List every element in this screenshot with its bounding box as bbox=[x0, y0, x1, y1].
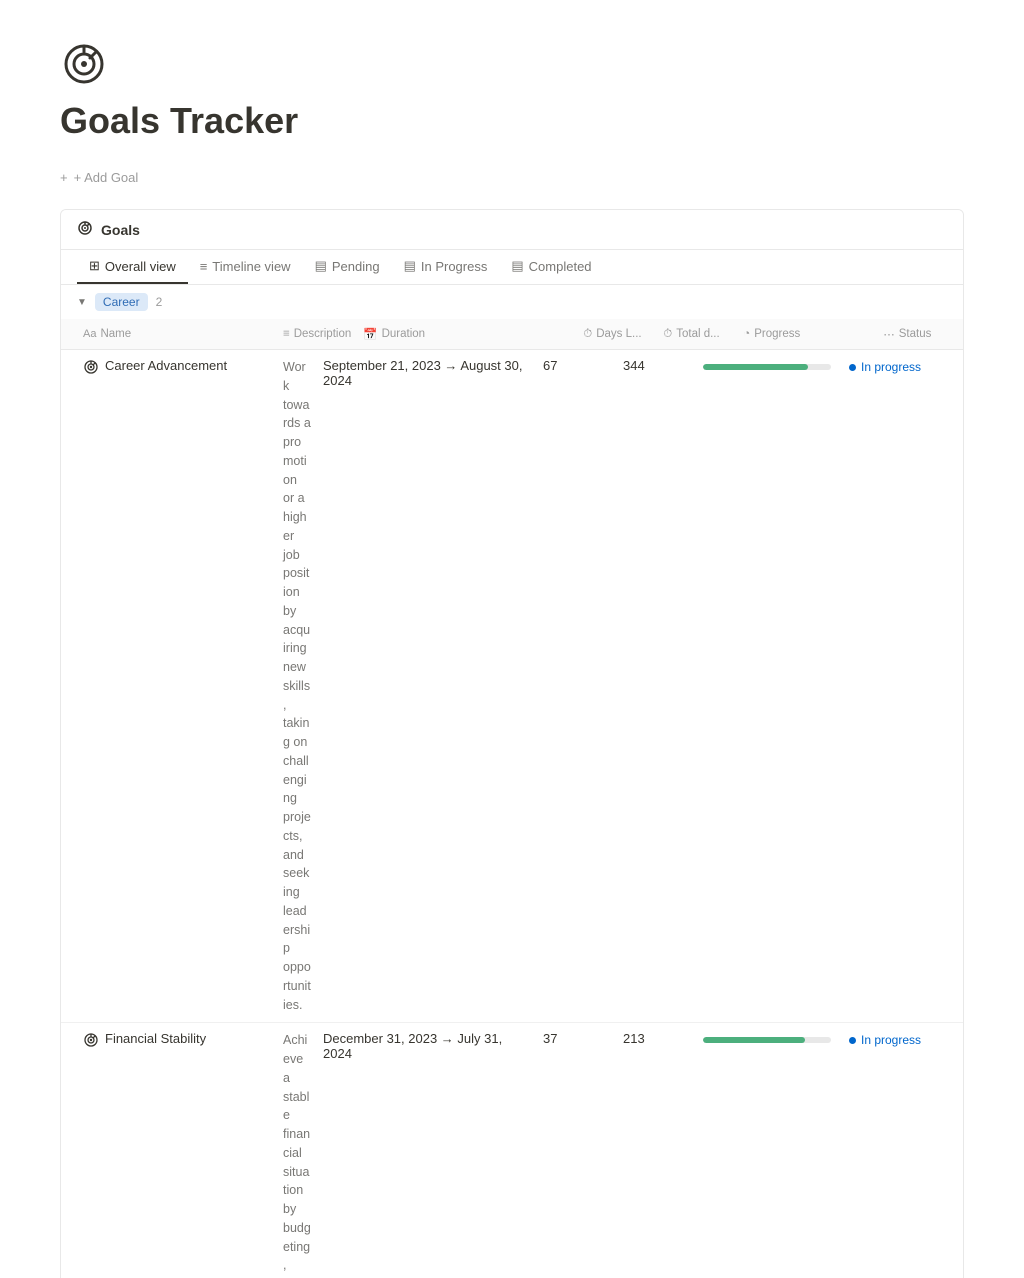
progress-bar-wrap-career-advancement bbox=[703, 364, 831, 370]
cell-name-financial-stability: Financial Stability bbox=[77, 1023, 277, 1056]
database-icon bbox=[77, 220, 93, 239]
cell-progress-financial-stability bbox=[697, 1023, 837, 1051]
status-dot-career-advancement bbox=[849, 364, 856, 371]
tab-overall-view-label: Overall view bbox=[105, 259, 176, 274]
tab-timeline-view-label: Timeline view bbox=[212, 259, 290, 274]
plus-icon: + bbox=[60, 170, 68, 185]
col-progress-career: ◔ Progress bbox=[737, 323, 877, 345]
progress-bar-wrap-financial-stability bbox=[703, 1037, 831, 1043]
col-desc-career: ≡ Description bbox=[277, 323, 357, 345]
progress-bar-fill-career-advancement bbox=[703, 364, 808, 370]
database-header: Goals bbox=[61, 210, 963, 250]
tab-completed[interactable]: ▤ Completed bbox=[499, 250, 603, 284]
tab-pending-label: Pending bbox=[332, 259, 380, 274]
col-totaldays-career: ⏱ Total d... bbox=[657, 323, 737, 345]
col-headers-career: Aa Name ≡ Description 📅 Duration ⏱ Days … bbox=[61, 319, 963, 350]
col-daysleft-career: ⏱ Days L... bbox=[577, 323, 657, 345]
clock-icon-career-days: ⏱ bbox=[583, 328, 592, 341]
text-icon-career-name: Aa bbox=[83, 328, 96, 340]
progress-icon-career: ◔ bbox=[743, 328, 750, 340]
status-label-career-advancement: In progress bbox=[861, 360, 921, 374]
database-title: Goals bbox=[101, 222, 140, 238]
grid-icon: ⊞ bbox=[89, 258, 100, 274]
cell-daysleft-career-advancement: 67 bbox=[537, 350, 617, 381]
tab-overall-view[interactable]: ⊞ Overall view bbox=[77, 250, 188, 284]
group-career: ▼ Career 2 Aa Name ≡ Description 📅 Durat… bbox=[61, 285, 963, 1278]
group-career-count: 2 bbox=[156, 295, 163, 309]
cell-name-career-advancement: Career Advancement bbox=[77, 350, 277, 383]
name-financial-stability: Financial Stability bbox=[105, 1031, 206, 1046]
page-icon bbox=[60, 40, 108, 88]
page-title: Goals Tracker bbox=[60, 100, 964, 142]
tab-completed-label: Completed bbox=[529, 259, 592, 274]
tab-in-progress[interactable]: ▤ In Progress bbox=[392, 250, 500, 284]
col-duration-career: 📅 Duration bbox=[357, 323, 577, 345]
filter-icon-completed: ▤ bbox=[511, 258, 523, 274]
name-career-advancement: Career Advancement bbox=[105, 358, 227, 373]
group-career-header: ▼ Career 2 bbox=[61, 285, 963, 319]
calendar-icon-career: 📅 bbox=[363, 327, 377, 341]
cell-totaldays-career-advancement: 344 bbox=[617, 350, 697, 381]
progress-bar-fill-financial-stability bbox=[703, 1037, 805, 1043]
status-icon-career: ⋯ bbox=[883, 327, 895, 341]
filter-icon-pending: ▤ bbox=[315, 258, 327, 274]
list-icon-career-desc: ≡ bbox=[283, 328, 290, 340]
page-container: Goals Tracker + + Add Goal Goals ⊞ bbox=[0, 0, 1024, 1278]
add-goal-label: + Add Goal bbox=[74, 170, 139, 185]
tab-pending[interactable]: ▤ Pending bbox=[303, 250, 392, 284]
filter-icon-in-progress: ▤ bbox=[404, 258, 416, 274]
table-row: Career Advancement Work towards a promot… bbox=[61, 350, 963, 1023]
status-badge-career-advancement: In progress bbox=[843, 358, 927, 376]
cell-totaldays-financial-stability: 213 bbox=[617, 1023, 697, 1054]
cell-status-financial-stability: In progress bbox=[837, 1023, 947, 1057]
clock-icon-career-total: ⏱ bbox=[663, 328, 672, 341]
group-career-toggle[interactable]: ▼ bbox=[77, 297, 87, 308]
cell-desc-financial-stability: Achieve a stable financial situation by … bbox=[277, 1023, 317, 1278]
group-career-label: Career bbox=[95, 293, 148, 311]
goal-icon-career-advancement bbox=[83, 359, 99, 375]
cell-duration-career-advancement: September 21, 2023 → August 30, 2024 bbox=[317, 350, 537, 396]
table-row: Financial Stability Achieve a stable fin… bbox=[61, 1023, 963, 1278]
col-status-career: ⋯ Status bbox=[877, 323, 964, 345]
status-label-financial-stability: In progress bbox=[861, 1033, 921, 1047]
timeline-icon: ≡ bbox=[200, 259, 208, 274]
col-name-career: Aa Name bbox=[77, 323, 277, 345]
status-badge-financial-stability: In progress bbox=[843, 1031, 927, 1049]
goal-icon-financial-stability bbox=[83, 1032, 99, 1048]
cell-progress-career-advancement bbox=[697, 350, 837, 378]
database-container: Goals ⊞ Overall view ≡ Timeline view ▤ P… bbox=[60, 209, 964, 1278]
add-goal-button[interactable]: + + Add Goal bbox=[60, 166, 138, 189]
cell-daysleft-financial-stability: 37 bbox=[537, 1023, 617, 1054]
cell-status-career-advancement: In progress bbox=[837, 350, 947, 384]
cell-duration-financial-stability: December 31, 2023 → July 31, 2024 bbox=[317, 1023, 537, 1069]
cell-desc-career-advancement: Work towards a promotion or a higher job… bbox=[277, 350, 317, 1022]
tabs-bar: ⊞ Overall view ≡ Timeline view ▤ Pending… bbox=[61, 250, 963, 285]
tab-timeline-view[interactable]: ≡ Timeline view bbox=[188, 251, 303, 284]
tab-in-progress-label: In Progress bbox=[421, 259, 487, 274]
status-dot-financial-stability bbox=[849, 1037, 856, 1044]
